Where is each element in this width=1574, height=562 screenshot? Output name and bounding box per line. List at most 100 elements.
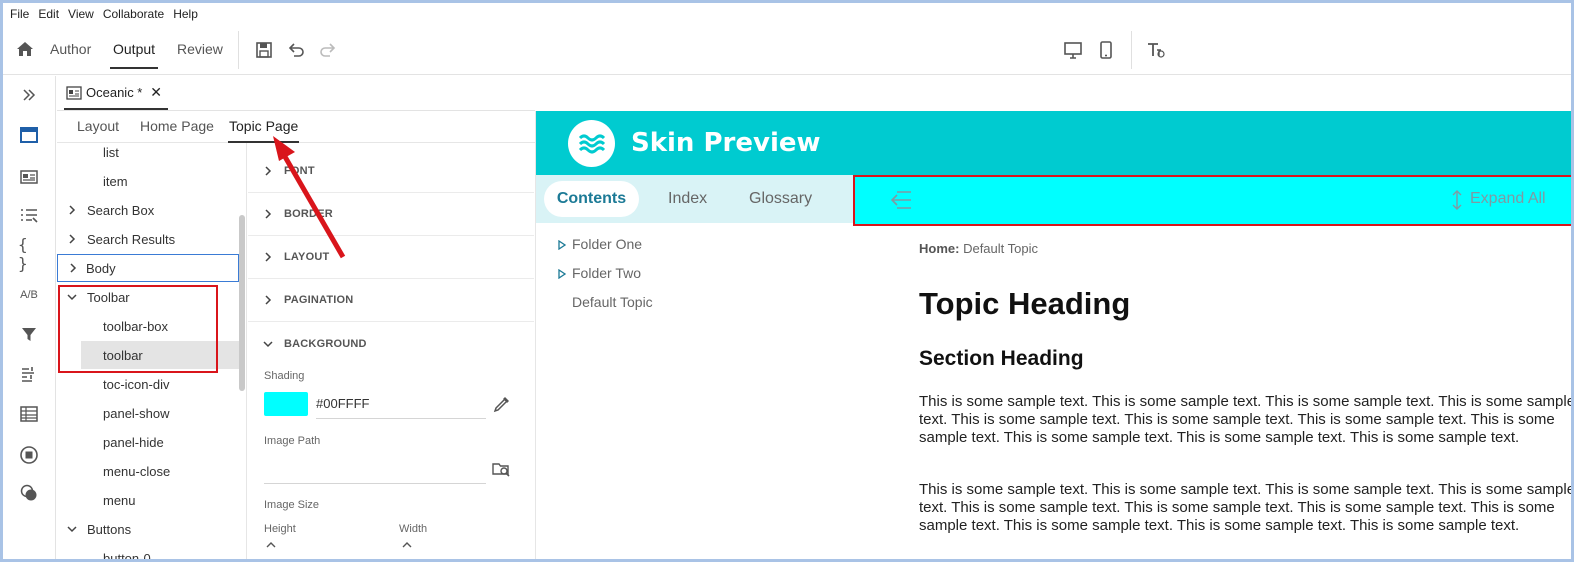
tree-item-buttons[interactable]: Buttons bbox=[57, 515, 239, 543]
menu-edit[interactable]: Edit bbox=[38, 7, 59, 21]
section-border[interactable]: BORDER bbox=[248, 193, 534, 236]
tree-item-label: menu-close bbox=[103, 463, 171, 479]
image-path-label: Image Path bbox=[264, 435, 321, 447]
chevron-down-icon[interactable] bbox=[67, 524, 77, 534]
tree-item-label: Search Results bbox=[87, 231, 176, 247]
tree-item[interactable]: panel-show bbox=[57, 399, 239, 427]
chevron-right-icon[interactable] bbox=[68, 263, 78, 273]
preview-title: Skin Preview bbox=[631, 128, 821, 158]
menu-view[interactable]: View bbox=[68, 7, 94, 21]
stop-icon[interactable] bbox=[18, 444, 40, 466]
tab-glossary[interactable]: Glossary bbox=[749, 190, 812, 208]
tab-index[interactable]: Index bbox=[668, 190, 707, 208]
tab-topic-page[interactable]: Topic Page bbox=[227, 118, 300, 143]
section-pagination[interactable]: PAGINATION bbox=[248, 279, 534, 322]
tab-home-page[interactable]: Home Page bbox=[140, 118, 214, 134]
app-window: File Edit View Collaborate Help Author O… bbox=[0, 0, 1574, 562]
tree-item[interactable]: menu-close bbox=[57, 457, 239, 485]
image-path-input[interactable] bbox=[264, 483, 486, 484]
tab-contents[interactable]: Contents bbox=[544, 181, 639, 217]
tree-item-search-box[interactable]: Search Box bbox=[57, 196, 239, 224]
shading-hex-input[interactable]: #00FFFF bbox=[316, 396, 369, 411]
skin-icon[interactable] bbox=[18, 166, 40, 188]
chevron-right-icon[interactable] bbox=[67, 234, 77, 244]
tree-item[interactable]: button-0 bbox=[57, 544, 239, 562]
braces-icon[interactable]: { } bbox=[18, 235, 40, 273]
sample-paragraph: This is some sample text. This is some s… bbox=[919, 393, 1574, 446]
tree-item-label: button-0 bbox=[103, 550, 151, 562]
preview-toolbar: Expand All bbox=[853, 175, 1571, 226]
height-label: Height bbox=[264, 523, 296, 535]
tree-item-label: Body bbox=[86, 260, 116, 276]
toc-item[interactable]: Folder Two bbox=[572, 265, 641, 281]
section-background[interactable]: BACKGROUND bbox=[248, 322, 534, 365]
toc-expand-icon[interactable] bbox=[558, 240, 566, 250]
section-label: LAYOUT bbox=[284, 251, 330, 263]
menu-help[interactable]: Help bbox=[173, 7, 198, 21]
tab-review[interactable]: Review bbox=[177, 41, 223, 57]
width-stepper-up-icon[interactable] bbox=[402, 541, 412, 549]
filter-icon[interactable] bbox=[18, 323, 40, 345]
skin-preview: Skin Preview Contents Index Glossary Exp… bbox=[535, 111, 1574, 559]
chevron-down-icon bbox=[263, 340, 273, 347]
tab-output[interactable]: Output bbox=[109, 41, 159, 69]
toc-item[interactable]: Default Topic bbox=[572, 294, 653, 310]
home-icon[interactable] bbox=[15, 39, 35, 59]
section-layout[interactable]: LAYOUT bbox=[248, 236, 534, 279]
tree-item[interactable]: item bbox=[57, 167, 239, 195]
desktop-icon[interactable] bbox=[1063, 40, 1083, 60]
browse-folder-icon[interactable] bbox=[491, 459, 511, 479]
expand-icon[interactable] bbox=[18, 84, 40, 106]
section-font[interactable]: FONT bbox=[248, 150, 534, 193]
preview-tab-bar: Contents Index Glossary bbox=[536, 175, 854, 223]
section-label: BORDER bbox=[284, 208, 333, 220]
toc-item[interactable]: Folder One bbox=[572, 236, 642, 252]
rules-icon[interactable] bbox=[18, 363, 40, 385]
breadcrumb-home[interactable]: Home: bbox=[919, 241, 959, 256]
menu-collaborate[interactable]: Collaborate bbox=[103, 7, 164, 21]
height-stepper-up-icon[interactable] bbox=[266, 541, 276, 549]
table-icon[interactable] bbox=[18, 403, 40, 425]
layers-icon[interactable] bbox=[18, 482, 40, 504]
tree-scrollbar[interactable] bbox=[239, 215, 245, 391]
tree-item-label: panel-show bbox=[103, 405, 170, 421]
undo-icon[interactable] bbox=[286, 40, 306, 60]
mobile-icon[interactable] bbox=[1096, 40, 1116, 60]
toc-expand-icon[interactable] bbox=[558, 269, 566, 279]
tab-author[interactable]: Author bbox=[50, 41, 91, 57]
save-icon[interactable] bbox=[254, 40, 274, 60]
tree-item[interactable]: toc-icon-div bbox=[57, 370, 239, 398]
input-underline bbox=[316, 418, 486, 419]
tree-item-body[interactable]: Body bbox=[57, 254, 239, 282]
tree-item-search-results[interactable]: Search Results bbox=[57, 225, 239, 253]
redo-icon[interactable] bbox=[318, 40, 338, 60]
document-tab-label: Oceanic * bbox=[86, 84, 143, 100]
list-icon[interactable] bbox=[18, 204, 40, 226]
collapse-panel-icon[interactable] bbox=[889, 189, 913, 211]
width-label: Width bbox=[399, 523, 428, 535]
menu-file[interactable]: File bbox=[10, 7, 29, 21]
tree-item-label: toc-icon-div bbox=[103, 376, 170, 392]
document-icon bbox=[66, 86, 82, 100]
document-tab[interactable]: Oceanic * ✕ bbox=[64, 76, 168, 110]
annotation-highlight-box bbox=[58, 285, 218, 373]
tree-item[interactable]: panel-hide bbox=[57, 428, 239, 456]
close-icon[interactable]: ✕ bbox=[150, 84, 162, 101]
breadcrumb-topic: Default Topic bbox=[963, 241, 1038, 256]
expand-all-icon[interactable] bbox=[1451, 189, 1463, 211]
shading-color-swatch[interactable] bbox=[264, 392, 308, 416]
tree-item[interactable]: menu bbox=[57, 486, 239, 514]
tab-layout[interactable]: Layout bbox=[77, 118, 119, 134]
tree-item-label: Buttons bbox=[87, 521, 132, 537]
chevron-right-icon[interactable] bbox=[67, 205, 77, 215]
eyedropper-icon[interactable] bbox=[492, 394, 512, 414]
document-tab-bar: Oceanic * ✕ bbox=[57, 76, 535, 111]
text-preview-icon[interactable] bbox=[1146, 40, 1166, 60]
properties-panel: FONT BORDER LAYOUT PAGINATION BACKGROUND… bbox=[248, 143, 534, 559]
expand-all-button[interactable]: Expand All bbox=[1470, 190, 1546, 208]
layout-icon[interactable] bbox=[18, 124, 40, 146]
skin-subtabs: Layout Home Page Topic Page bbox=[57, 111, 535, 143]
ab-icon[interactable]: A/B bbox=[18, 284, 40, 306]
tree-item[interactable]: list bbox=[57, 143, 239, 166]
tree-item-label: menu bbox=[103, 492, 136, 508]
